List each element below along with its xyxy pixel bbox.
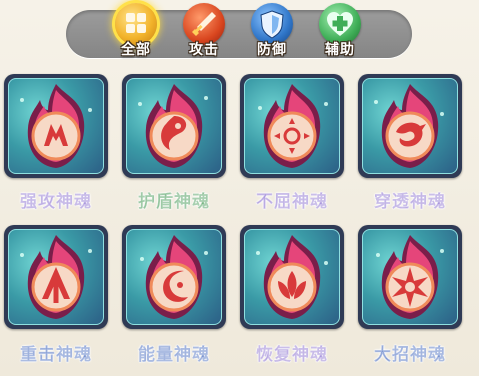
soul-label-recovery: 恢复神魂 (256, 345, 328, 366)
yin-yang-icon (138, 84, 208, 168)
soul-label-strong-attack: 强攻神魂 (20, 192, 92, 213)
soul-label-shield: 护盾神魂 (138, 192, 210, 213)
crescent-icon (140, 235, 208, 319)
soul-card-strong-attack[interactable] (4, 74, 108, 178)
tab-support-label: 辅助 (325, 42, 355, 58)
soul-label-unyielding: 不屈神魂 (256, 192, 328, 213)
tab-all[interactable]: 全部 (101, 3, 171, 65)
soul-card-recovery[interactable] (240, 225, 344, 329)
soul-card-penetration[interactable] (358, 74, 462, 178)
soul-card-ultimate[interactable] (358, 225, 462, 329)
soul-card-energy[interactable] (122, 225, 226, 329)
soul-label-penetration: 穿透神魂 (374, 192, 446, 213)
star-burst-icon (376, 235, 444, 319)
tab-defense[interactable]: 防御 (237, 3, 307, 65)
sun-eye-icon (258, 84, 328, 168)
arrow-up-icon (20, 235, 92, 319)
soul-inventory-panel: 全部 攻击 防御 辅助 强攻神魂 护盾神魂 不屈神魂 穿透神魂 重击神魂 能量神… (0, 0, 479, 376)
lotus-icon (256, 235, 328, 319)
soul-label-ultimate: 大招神魂 (374, 345, 446, 366)
soul-label-energy: 能量神魂 (138, 345, 210, 366)
dragon-icon (374, 84, 444, 168)
soul-card-heavy-strike[interactable] (4, 225, 108, 329)
soul-card-shield[interactable] (122, 74, 226, 178)
tab-support[interactable]: 辅助 (305, 3, 375, 65)
tab-defense-label: 防御 (257, 42, 287, 58)
tab-attack-label: 攻击 (189, 42, 219, 58)
soul-card-unyielding[interactable] (240, 74, 344, 178)
tab-all-label: 全部 (121, 42, 151, 58)
claw-icon (20, 84, 92, 168)
soul-label-heavy-strike: 重击神魂 (20, 345, 92, 366)
tab-attack[interactable]: 攻击 (169, 3, 239, 65)
